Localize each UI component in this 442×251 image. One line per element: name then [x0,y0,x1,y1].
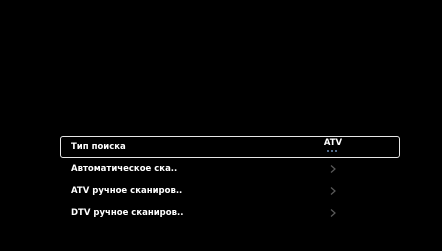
option-dot [327,150,329,152]
menu-item-label: ATV ручное сканиров.. [71,186,183,196]
search-type-value: ATV [323,138,343,148]
option-dot [331,150,333,152]
menu-item-search-type[interactable]: Тип поиска ATV [60,136,400,158]
menu-item-dtv-manual-scan[interactable]: DTV ручное сканиров.. [60,202,400,224]
chevron-right-icon [326,202,340,224]
menu-item-label: DTV ручное сканиров.. [71,208,184,218]
chevron-right-icon [326,180,340,202]
channel-search-menu: Тип поиска ATV Автоматическое ска.. ATV … [60,136,400,224]
menu-item-label: Автоматическое ска.. [71,164,178,174]
option-dots-indicator [327,150,337,152]
chevron-right-icon [326,158,340,180]
tv-screen: Тип поиска ATV Автоматическое ска.. ATV … [0,0,442,251]
menu-item-auto-scan[interactable]: Автоматическое ска.. [60,158,400,180]
option-dot [335,150,337,152]
menu-item-atv-manual-scan[interactable]: ATV ручное сканиров.. [60,180,400,202]
menu-item-label: Тип поиска [71,142,126,152]
